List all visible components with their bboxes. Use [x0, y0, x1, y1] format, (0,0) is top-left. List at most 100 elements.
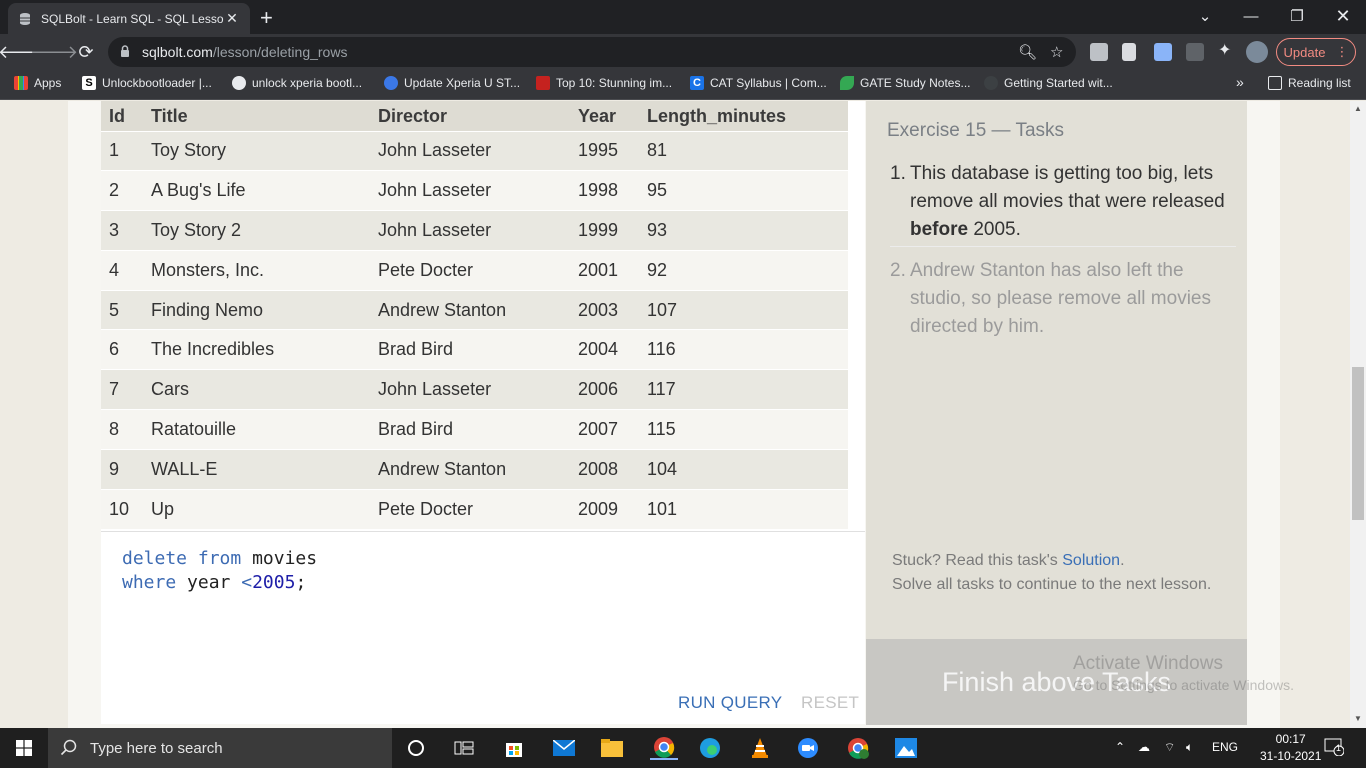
tab-sqlbolt[interactable]: SQLBolt - Learn SQL - SQL Lesson ✕: [8, 3, 250, 34]
volume-icon[interactable]: 🔈︎: [1186, 740, 1193, 755]
cell-length: 101: [639, 488, 848, 529]
results-table-container[interactable]: Id Title Director Year Length_minutes 1T…: [101, 101, 865, 531]
cell-year: 2008: [570, 448, 639, 490]
new-tab-button[interactable]: +: [260, 5, 273, 31]
bookmark-cat-syllabus[interactable]: C CAT Syllabus | Com...: [690, 76, 827, 90]
task-view-icon[interactable]: [452, 736, 476, 760]
reload-button[interactable]: ⟳: [72, 38, 100, 66]
update-button[interactable]: Update ⋮: [1276, 38, 1356, 66]
address-bar[interactable]: sqlbolt.com/lesson/deleting_rows 🔍︎ ☆: [108, 37, 1076, 67]
sql-code[interactable]: delete from movies where year <2005;: [122, 547, 317, 595]
run-query-button[interactable]: RUN QUERY: [678, 693, 782, 713]
restore-button[interactable]: ❐: [1274, 0, 1320, 32]
c-icon: C: [690, 76, 704, 90]
chrome-icon[interactable]: [650, 736, 678, 760]
zoom-icon[interactable]: 🔍︎: [1018, 43, 1037, 61]
language-indicator[interactable]: ENG: [1212, 740, 1238, 754]
reset-button[interactable]: RESET: [801, 693, 859, 713]
minimize-button[interactable]: —: [1228, 0, 1274, 32]
task-text-bold: before: [910, 219, 969, 240]
bookmark-label: Getting Started wit...: [1004, 76, 1113, 90]
task-text-part: 2005.: [973, 219, 1021, 240]
page-scrollbar-thumb[interactable]: [1352, 367, 1364, 520]
notification-count: 1: [1336, 743, 1342, 753]
solution-link[interactable]: Solution: [1062, 552, 1120, 569]
bookmark-label: unlock xperia bootl...: [252, 76, 363, 90]
close-icon[interactable]: ✕: [224, 10, 240, 27]
stuck-prefix: Stuck? Read this task's: [892, 552, 1058, 569]
zoom-app-icon[interactable]: [796, 736, 820, 760]
cell-title: Toy Story: [143, 130, 370, 171]
edge-icon[interactable]: [698, 736, 722, 760]
network-icon[interactable]: ☁︎: [1138, 740, 1150, 754]
chart-icon[interactable]: [1186, 43, 1204, 61]
cell-id: 5: [101, 289, 143, 330]
task-text: This database is getting too big, lets r…: [910, 160, 1236, 244]
tab-title: SQLBolt - Learn SQL - SQL Lesson: [41, 11, 224, 26]
start-button[interactable]: [0, 728, 48, 768]
cell-title: A Bug's Life: [143, 170, 370, 211]
table-row: 10 Up Pete Docter 2009 101: [101, 488, 848, 529]
cell-length: 107: [639, 289, 848, 330]
store-icon[interactable]: [502, 736, 526, 760]
results-table: Id Title Director Year Length_minutes 1T…: [101, 101, 848, 529]
photos-icon[interactable]: [894, 736, 918, 760]
cell-title: Monsters, Inc.: [143, 249, 370, 291]
more-bookmarks-button[interactable]: »: [1236, 74, 1244, 90]
reading-list-button[interactable]: Reading list: [1268, 76, 1351, 90]
bookmark-label: Update Xperia U ST...: [404, 76, 521, 90]
chrome-profile-icon[interactable]: [846, 736, 870, 760]
taskbar-search[interactable]: Type here to search: [48, 728, 392, 768]
wifi-icon[interactable]: ⌔: [1164, 740, 1175, 755]
search-placeholder: Type here to search: [90, 739, 223, 757]
bookmark-gate-notes[interactable]: GATE Study Notes...: [840, 76, 970, 90]
close-window-button[interactable]: ✕: [1320, 0, 1366, 32]
bookmark-label: Unlockbootloader |...: [102, 76, 212, 90]
mail-icon[interactable]: [552, 736, 576, 760]
vlc-icon[interactable]: [748, 736, 772, 760]
cell-title: Cars: [143, 369, 370, 410]
cell-length: 93: [639, 210, 848, 251]
camera-icon[interactable]: [1154, 43, 1172, 61]
bookmark-top10[interactable]: Top 10: Stunning im...: [536, 76, 672, 90]
table-header-row: Id Title Director Year Length_minutes: [101, 101, 848, 131]
cell-title: WALL-E: [143, 448, 370, 490]
bookmark-label: GATE Study Notes...: [860, 76, 971, 90]
windows-taskbar: Type here to search ⌃ ☁︎ ⌔ 🔈︎ ENG 00:17 …: [0, 728, 1366, 768]
scroll-up-icon[interactable]: ▲: [1350, 104, 1366, 113]
cell-year: 2009: [570, 488, 639, 529]
url-path: /lesson/deleting_rows: [212, 44, 348, 60]
cell-director: Brad Bird: [370, 409, 570, 450]
star-icon[interactable]: ☆: [1050, 43, 1063, 61]
document-icon[interactable]: [1122, 43, 1136, 61]
cell-id: 1: [101, 130, 143, 171]
sql-editor[interactable]: delete from movies where year <2005; RUN…: [101, 531, 865, 724]
avatar[interactable]: [1246, 41, 1268, 63]
forward-button[interactable]: 🡒: [30, 38, 78, 66]
reading-list-icon: [1268, 76, 1282, 90]
cell-year: 1995: [570, 130, 639, 171]
activate-windows-title: Activate Windows: [1073, 653, 1223, 674]
cell-id: 3: [101, 210, 143, 251]
bookmark-update-xperia[interactable]: Update Xperia U ST...: [384, 76, 520, 90]
notification-icon[interactable]: 1: [1324, 738, 1345, 759]
puzzle-icon[interactable]: ✦: [1218, 40, 1236, 59]
bookmark-getting-started[interactable]: Getting Started wit...: [984, 76, 1113, 90]
clock-time: 00:17: [1275, 732, 1306, 746]
tab-search-icon[interactable]: ⌄: [1182, 0, 1228, 32]
bookmark-unlock-xperia[interactable]: unlock xperia bootl...: [232, 76, 362, 90]
cell-title: Toy Story 2: [143, 210, 370, 251]
cortana-icon[interactable]: [404, 736, 428, 760]
clock[interactable]: 00:17 31-10-2021: [1260, 731, 1321, 765]
file-explorer-icon[interactable]: [600, 736, 624, 760]
code-operator: <: [241, 572, 253, 593]
chevron-up-icon[interactable]: ⌃: [1115, 740, 1125, 754]
extension-icon[interactable]: [1090, 43, 1108, 61]
table-row: 7 Cars John Lasseter 2006 117: [101, 369, 848, 410]
bookmark-apps[interactable]: Apps: [14, 76, 61, 90]
scroll-down-icon[interactable]: ▼: [1350, 714, 1366, 723]
clock-date: 31-10-2021: [1260, 749, 1322, 763]
bookmarks-bar: Apps S Unlockbootloader |... unlock xper…: [0, 70, 1366, 100]
table-row: 4 Monsters, Inc. Pete Docter 2001 92: [101, 249, 848, 291]
bookmark-unlockbootloader[interactable]: S Unlockbootloader |...: [82, 76, 212, 90]
